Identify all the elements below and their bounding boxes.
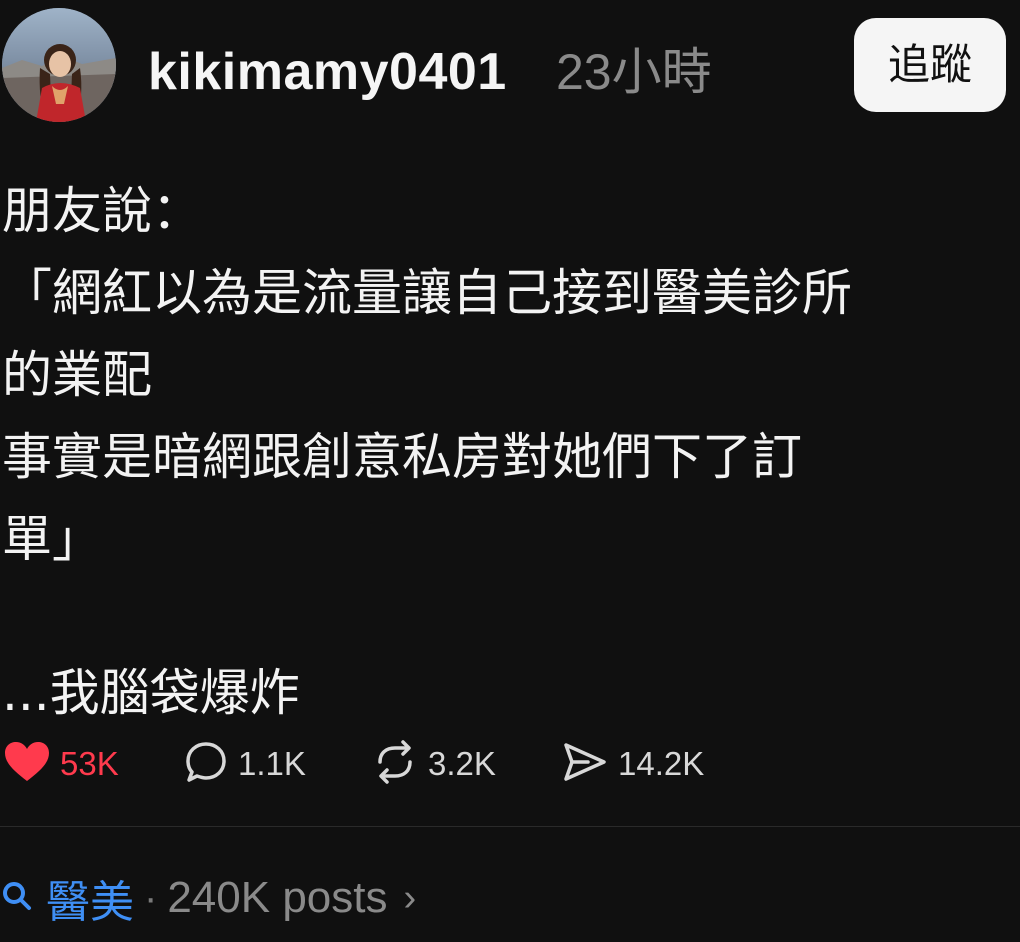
reply-count: 1.1K <box>238 745 306 782</box>
chevron-right-icon: › <box>403 876 417 919</box>
post-timestamp: 23小時 <box>556 44 712 100</box>
share-icon <box>562 741 608 788</box>
like-count: 53K <box>60 745 119 782</box>
post-text-line: ...我腦袋爆炸 <box>2 664 300 722</box>
username[interactable]: kikimamy0401 <box>148 40 507 104</box>
heart-icon <box>4 741 50 788</box>
divider <box>0 826 1020 827</box>
avatar[interactable] <box>2 8 116 122</box>
post-paragraph-gap <box>2 580 1012 652</box>
repost-count: 3.2K <box>428 745 496 782</box>
topic-name[interactable]: 醫美 <box>46 866 134 930</box>
post-header: kikimamy0401 23小時 追蹤 <box>0 0 1020 130</box>
post-text-line: 朋友說： <box>2 182 202 240</box>
share-button[interactable]: 14.2K <box>562 734 704 794</box>
post-actions: 53K 1.1K 3.2K 14.2K <box>0 734 1020 794</box>
repost-icon <box>372 739 418 789</box>
avatar-photo <box>2 8 116 122</box>
share-count: 14.2K <box>618 745 705 782</box>
topic-link[interactable]: 醫美 · 240K posts › <box>0 866 416 930</box>
post-text-line: 「網紅以為是流量讓自己接到醫美診所 <box>2 264 852 322</box>
like-button[interactable]: 53K <box>4 734 119 794</box>
post-body: 朋友說： 「網紅以為是流量讓自己接到醫美診所 的業配 事實是暗網跟創意私房對她們… <box>2 170 1012 734</box>
post-text-line: 的業配 <box>2 346 152 404</box>
reply-button[interactable]: 1.1K <box>184 734 306 794</box>
comment-icon <box>184 740 228 789</box>
topic-separator: · <box>144 875 158 920</box>
post-text-line: 事實是暗網跟創意私房對她們下了訂 <box>2 428 802 486</box>
follow-button[interactable]: 追蹤 <box>854 18 1006 112</box>
topic-posts-count: 240K posts <box>167 873 388 922</box>
search-icon <box>0 879 34 918</box>
repost-button[interactable]: 3.2K <box>372 734 496 794</box>
post-text-line: 單」 <box>2 510 102 568</box>
